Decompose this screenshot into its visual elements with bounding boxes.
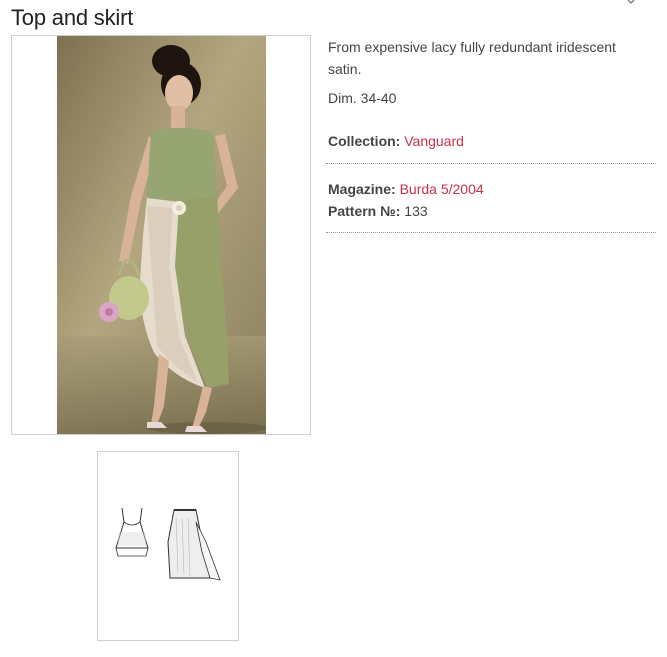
product-dimensions: Dim. 34-40: [328, 90, 397, 106]
main-photo[interactable]: [11, 35, 311, 435]
magazine-line: Magazine: Burda 5/2004: [328, 181, 484, 197]
model-photo-image: [57, 36, 266, 434]
sketch-thumbnail[interactable]: [97, 451, 239, 641]
pattern-line: Pattern №: 133: [328, 203, 428, 219]
collection-label: Collection:: [328, 133, 401, 149]
pattern-label: Pattern №:: [328, 203, 401, 219]
pattern-number: 133: [404, 203, 428, 219]
technical-sketch-image: [115, 507, 221, 581]
page-title: Top and skirt: [11, 5, 134, 30]
separator: [326, 232, 656, 233]
magazine-link[interactable]: Burda 5/2004: [400, 181, 484, 197]
collection-link[interactable]: Vanguard: [404, 133, 464, 149]
corner-mark: [627, 0, 635, 4]
product-description: From expensive lacy fully redundant irid…: [328, 39, 616, 77]
collection-line: Collection: Vanguard: [328, 133, 464, 149]
separator: [326, 163, 656, 164]
magazine-label: Magazine:: [328, 181, 396, 197]
